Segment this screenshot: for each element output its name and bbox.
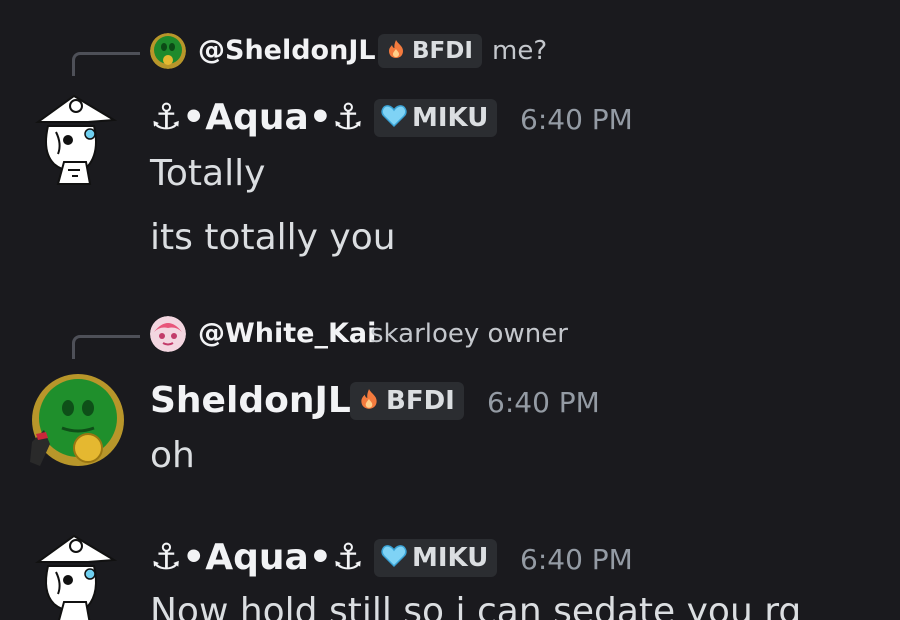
role-tag[interactable]: MIKU: [374, 539, 498, 577]
role-tag-label: MIKU: [412, 103, 489, 133]
user-avatar[interactable]: [28, 532, 120, 620]
author-name[interactable]: ⚓•Aqua•⚓: [150, 536, 364, 580]
reply-avatar[interactable]: [150, 33, 186, 69]
chat-view: @SheldonJL BFDI me? ⚓•Aqua•⚓ MIKU 6:40 P…: [0, 0, 900, 620]
message-text: oh: [150, 435, 195, 476]
reply-preview[interactable]: @White_Kai skarloey owner: [0, 313, 900, 359]
timestamp[interactable]: 6:40 PM: [520, 540, 633, 580]
role-tag-label: BFDI: [412, 38, 473, 64]
timestamp[interactable]: 6:40 PM: [520, 100, 633, 140]
reply-username[interactable]: @White_Kai: [198, 315, 376, 353]
fire-icon: [385, 38, 407, 64]
fire-icon: [357, 387, 381, 415]
heart-icon: [381, 104, 407, 132]
reply-preview[interactable]: @SheldonJL BFDI me?: [0, 30, 900, 76]
message-text: its totally you: [150, 217, 396, 258]
user-avatar[interactable]: [28, 92, 120, 188]
message-text: Totally: [150, 153, 266, 194]
reply-text: skarloey owner: [370, 319, 568, 349]
timestamp[interactable]: 6:40 PM: [487, 383, 600, 423]
reply-username[interactable]: @SheldonJL: [198, 32, 376, 70]
user-avatar[interactable]: [26, 372, 124, 472]
author-name[interactable]: SheldonJL: [150, 379, 351, 423]
reply-spine: [72, 335, 140, 359]
reply-spine: [72, 52, 140, 76]
reply-text: me?: [492, 36, 548, 66]
author-name[interactable]: ⚓•Aqua•⚓: [150, 96, 364, 140]
heart-icon: [381, 544, 407, 572]
role-tag-label: MIKU: [412, 543, 489, 573]
message-text: Now hold still so i can sedate you rq: [150, 591, 802, 620]
reply-avatar[interactable]: [150, 316, 186, 352]
role-tag[interactable]: BFDI: [378, 34, 482, 68]
role-tag[interactable]: MIKU: [374, 99, 498, 137]
role-tag[interactable]: BFDI: [350, 382, 464, 420]
role-tag-label: BFDI: [386, 386, 455, 416]
